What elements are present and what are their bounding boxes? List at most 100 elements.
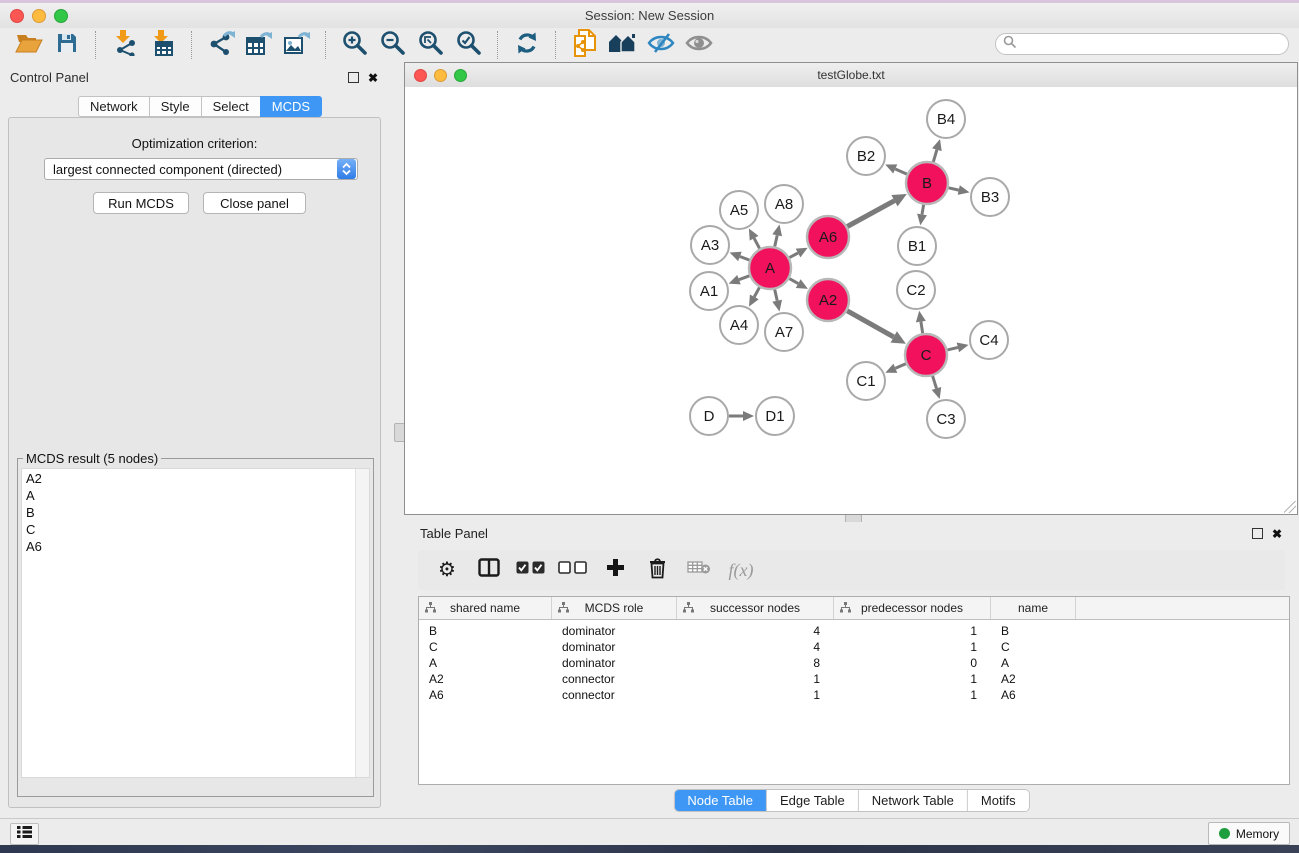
table-row[interactable]: Cdominator41C bbox=[419, 639, 1289, 655]
add-row-button[interactable] bbox=[594, 552, 636, 588]
close-panel-button[interactable]: Close panel bbox=[203, 192, 306, 214]
graph-edge-C-C1[interactable] bbox=[885, 364, 906, 373]
deselect-all-button[interactable] bbox=[552, 552, 594, 588]
graph-edge-A-A3[interactable] bbox=[730, 252, 750, 261]
graph-node-C1[interactable]: C1 bbox=[847, 362, 885, 400]
table-row[interactable]: Bdominator41B bbox=[419, 623, 1289, 639]
result-item[interactable]: C bbox=[22, 521, 369, 538]
tab-edge-table[interactable]: Edge Table bbox=[767, 790, 859, 811]
graph-node-C4[interactable]: C4 bbox=[970, 321, 1008, 359]
tab-style[interactable]: Style bbox=[149, 96, 201, 117]
graph-node-D1[interactable]: D1 bbox=[756, 397, 794, 435]
graph-node-A5[interactable]: A5 bbox=[720, 191, 758, 229]
graph-edge-A2-C[interactable] bbox=[847, 311, 906, 344]
float-panel-icon[interactable] bbox=[1252, 528, 1263, 539]
tab-node-table[interactable]: Node Table bbox=[674, 790, 767, 811]
graph-node-C[interactable]: C bbox=[905, 334, 947, 376]
graph-edge-A-A8[interactable] bbox=[772, 225, 782, 247]
result-item[interactable]: A bbox=[22, 487, 369, 504]
tab-mcds[interactable]: MCDS bbox=[260, 96, 322, 117]
close-panel-icon[interactable]: ✖ bbox=[1272, 529, 1282, 539]
graph-node-B[interactable]: B bbox=[906, 162, 948, 204]
first-neighbors-button[interactable] bbox=[566, 29, 604, 61]
graph-node-A[interactable]: A bbox=[749, 247, 791, 289]
tab-motifs[interactable]: Motifs bbox=[968, 790, 1029, 811]
show-panel-list-button[interactable] bbox=[10, 823, 39, 845]
column-header-successor-nodes[interactable]: successor nodes bbox=[677, 597, 834, 619]
graph-edge-B-B4[interactable] bbox=[932, 139, 942, 162]
float-panel-icon[interactable] bbox=[348, 72, 359, 83]
graph-edge-A-A7[interactable] bbox=[772, 290, 782, 312]
run-mcds-button[interactable]: Run MCDS bbox=[93, 192, 189, 214]
result-item[interactable]: A6 bbox=[22, 538, 369, 555]
tab-network[interactable]: Network bbox=[78, 96, 149, 117]
graph-edge-A-A2[interactable] bbox=[789, 279, 808, 289]
graph-edge-A-A1[interactable] bbox=[729, 275, 750, 284]
result-item[interactable]: B bbox=[22, 504, 369, 521]
export-table-button[interactable] bbox=[240, 29, 278, 61]
home-button[interactable] bbox=[604, 29, 642, 61]
graph-edge-D-D1[interactable] bbox=[729, 411, 754, 421]
table-settings-button[interactable]: ⚙ bbox=[426, 552, 468, 588]
zoom-selected-button[interactable] bbox=[450, 29, 488, 61]
search-input[interactable] bbox=[1021, 36, 1288, 52]
result-item[interactable]: A2 bbox=[22, 470, 369, 487]
graph-node-D[interactable]: D bbox=[690, 397, 728, 435]
window-resize-grip[interactable] bbox=[1284, 501, 1296, 513]
graph-node-A7[interactable]: A7 bbox=[765, 313, 803, 351]
import-table-button[interactable] bbox=[144, 29, 182, 61]
close-panel-icon[interactable]: ✖ bbox=[368, 73, 378, 83]
show-all-button[interactable] bbox=[680, 29, 718, 61]
column-header-predecessor-nodes[interactable]: predecessor nodes bbox=[834, 597, 991, 619]
column-header-name[interactable]: name bbox=[991, 597, 1076, 619]
graph-edge-C-C3[interactable] bbox=[932, 376, 942, 399]
column-header-shared-name[interactable]: shared name bbox=[419, 597, 552, 619]
export-network-button[interactable] bbox=[202, 29, 240, 61]
graph-edge-A-A5[interactable] bbox=[749, 229, 760, 249]
tab-select[interactable]: Select bbox=[201, 96, 260, 117]
zoom-in-button[interactable] bbox=[336, 29, 374, 61]
graph-edge-B-B2[interactable] bbox=[885, 164, 907, 174]
open-session-button[interactable] bbox=[10, 29, 48, 61]
graph-edge-C-C4[interactable] bbox=[947, 343, 968, 353]
import-network-button[interactable] bbox=[106, 29, 144, 61]
export-image-button[interactable] bbox=[278, 29, 316, 61]
memory-button[interactable]: Memory bbox=[1208, 822, 1290, 845]
select-all-button[interactable] bbox=[510, 552, 552, 588]
result-list-scrollbar[interactable] bbox=[355, 469, 369, 777]
search-field[interactable] bbox=[995, 33, 1289, 55]
save-session-button[interactable] bbox=[48, 29, 86, 61]
function-builder-button[interactable]: f(x) bbox=[720, 552, 762, 588]
graph-edge-B-B3[interactable] bbox=[949, 185, 970, 195]
graph-node-A4[interactable]: A4 bbox=[720, 306, 758, 344]
hide-selected-button[interactable] bbox=[642, 29, 680, 61]
graph-node-A6[interactable]: A6 bbox=[807, 216, 849, 258]
toggle-column-view-button[interactable] bbox=[468, 552, 510, 588]
graph-edge-A6-B[interactable] bbox=[847, 194, 907, 227]
graph-node-A3[interactable]: A3 bbox=[691, 226, 729, 264]
graph-edge-C-C2[interactable] bbox=[916, 311, 926, 334]
delete-table-button[interactable] bbox=[678, 552, 720, 588]
zoom-out-button[interactable] bbox=[374, 29, 412, 61]
graph-edge-A-A6[interactable] bbox=[789, 248, 807, 258]
table-row[interactable]: Adominator80A bbox=[419, 655, 1289, 671]
table-row[interactable]: A2connector11A2 bbox=[419, 671, 1289, 687]
graph-node-B3[interactable]: B3 bbox=[971, 178, 1009, 216]
graph-node-B1[interactable]: B1 bbox=[898, 227, 936, 265]
graph-node-A8[interactable]: A8 bbox=[765, 185, 803, 223]
graph-node-C2[interactable]: C2 bbox=[897, 271, 935, 309]
network-canvas[interactable]: B4B2BB3B1A5A8A6A3AA1A4A7A2C2C4CC1C3DD1 bbox=[405, 87, 1297, 514]
graph-node-C3[interactable]: C3 bbox=[927, 400, 965, 438]
graph-node-A2[interactable]: A2 bbox=[807, 279, 849, 321]
graph-edge-B-B1[interactable] bbox=[917, 205, 927, 226]
table-row[interactable]: A6connector11A6 bbox=[419, 687, 1289, 703]
graph-node-A1[interactable]: A1 bbox=[690, 272, 728, 310]
delete-row-button[interactable] bbox=[636, 552, 678, 588]
tab-network-table[interactable]: Network Table bbox=[859, 790, 968, 811]
network-window-titlebar[interactable]: testGlobe.txt bbox=[405, 63, 1297, 88]
graph-node-B2[interactable]: B2 bbox=[847, 137, 885, 175]
refresh-button[interactable] bbox=[508, 29, 546, 61]
column-header-MCDS-role[interactable]: MCDS role bbox=[552, 597, 677, 619]
criterion-select[interactable]: largest connected component (directed) bbox=[44, 158, 358, 180]
zoom-fit-button[interactable] bbox=[412, 29, 450, 61]
